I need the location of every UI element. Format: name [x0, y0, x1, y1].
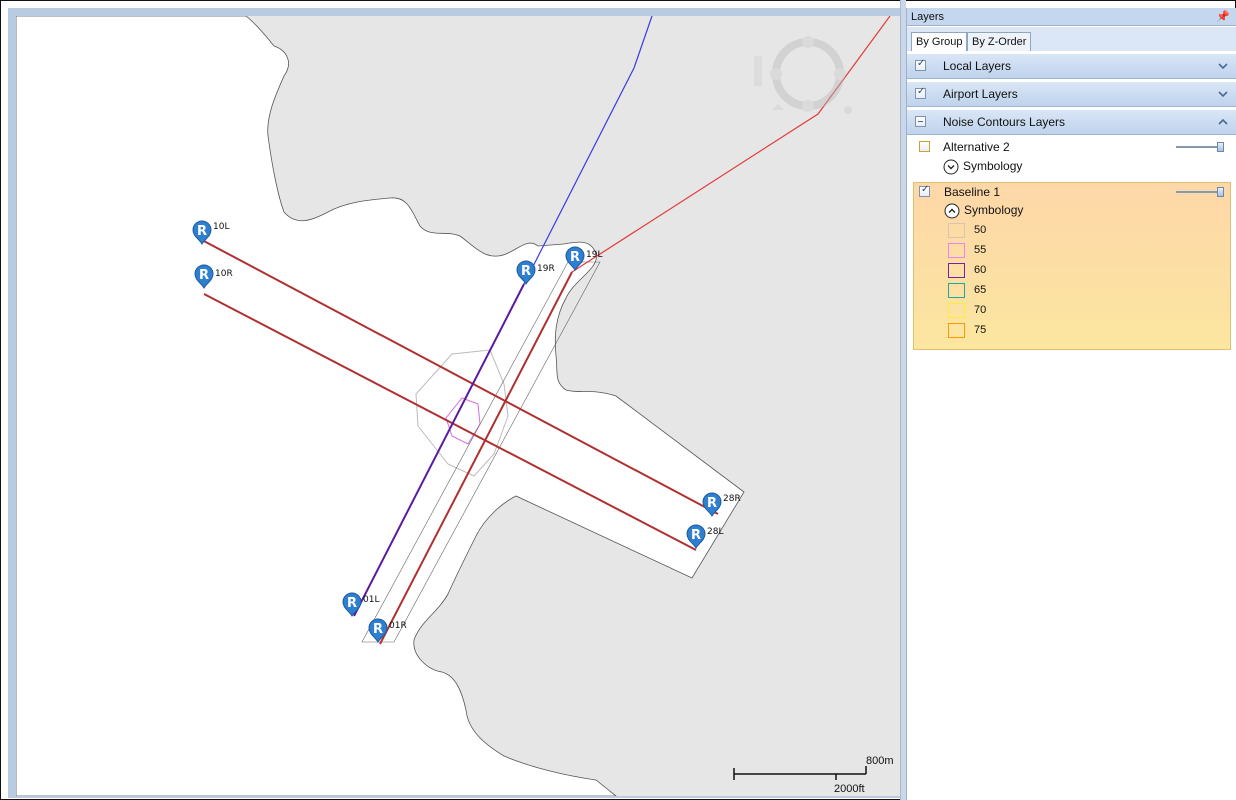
scale-imperial-label: 2000ft — [834, 783, 865, 795]
collapse-circle-icon — [944, 203, 960, 219]
water-area — [16, 16, 745, 796]
layer-name: Alternative 2 — [943, 140, 1010, 154]
local-layers-checkbox[interactable]: ✓ — [915, 58, 926, 71]
marker-letter: R — [691, 528, 701, 543]
legend-label: 70 — [974, 304, 987, 316]
runway-label: 19L — [586, 250, 602, 260]
legend-label: 65 — [974, 284, 987, 296]
flight-track-red — [571, 16, 891, 273]
expand-circle-icon — [943, 159, 959, 175]
legend-swatch — [948, 223, 965, 238]
group-airport-layers[interactable]: ✓ Airport Layers — [907, 81, 1236, 107]
baseline-1-checkbox[interactable]: ✓ — [919, 184, 930, 197]
alternative-2-checkbox[interactable] — [919, 141, 930, 152]
scale-metric-label: 800m — [866, 755, 894, 767]
marker-letter: R — [521, 264, 531, 279]
legend-swatch — [948, 263, 965, 278]
pan-navigation-control[interactable] — [754, 36, 852, 114]
tab-by-group[interactable]: By Group — [911, 32, 968, 51]
map-canvas[interactable]: 800m 2000ft R 10L R 10R R 19R R 19L R 28… — [16, 16, 900, 796]
map-frame: 800m 2000ft R 10L R 10R R 19R R 19L R 28… — [8, 8, 900, 798]
runway-label: 10L — [213, 222, 229, 232]
group-noise-contours-layers[interactable]: Noise Contours Layers — [907, 109, 1236, 135]
panel-header: Layers 📌 — [907, 8, 1236, 26]
opacity-slider[interactable] — [1176, 187, 1224, 197]
legend-label: 50 — [974, 224, 987, 236]
runway-label: 01R — [389, 621, 407, 631]
group-label: Local Layers — [943, 59, 1012, 73]
airport-layers-checkbox[interactable]: ✓ — [915, 86, 926, 99]
runway-label: 28R — [723, 494, 741, 504]
opacity-slider[interactable] — [1176, 142, 1224, 152]
runway-label: 01L — [363, 595, 379, 605]
runway-label: 28L — [707, 527, 723, 537]
layer-baseline-1[interactable]: ✓ Baseline 1 Symbology 50 55 60 65 70 75 — [913, 182, 1231, 350]
panel-tabs: By Group By Z-Order — [907, 27, 1236, 51]
marker-letter: R — [197, 224, 207, 239]
noise-contours-checkbox[interactable] — [915, 116, 926, 127]
marker-letter: R — [347, 596, 357, 611]
panel-title: Layers — [911, 11, 945, 23]
scale-bar: 800m 2000ft — [733, 755, 894, 795]
legend-swatch — [948, 323, 965, 338]
pin-icon[interactable]: 📌 — [1216, 8, 1230, 26]
chevron-up-icon[interactable] — [1218, 117, 1228, 127]
legend-label: 75 — [974, 324, 987, 336]
group-label: Noise Contours Layers — [943, 115, 1066, 129]
marker-letter: R — [707, 496, 717, 511]
legend-label: 60 — [974, 264, 987, 276]
legend-swatch — [948, 243, 965, 258]
symbology-label: Symbology — [964, 203, 1024, 217]
marker-letter: R — [199, 268, 209, 283]
group-local-layers[interactable]: ✓ Local Layers — [907, 53, 1236, 79]
legend-label: 55 — [974, 244, 987, 256]
legend-swatch — [948, 283, 965, 298]
marker-letter: R — [570, 250, 580, 265]
symbology-label: Symbology — [963, 159, 1023, 173]
layer-alternative-2: Alternative 2 Symbology — [907, 138, 1236, 178]
group-label: Airport Layers — [943, 87, 1018, 101]
legend-swatch — [948, 303, 965, 318]
layer-name: Baseline 1 — [944, 185, 1001, 199]
layers-panel: Layers 📌 By Group By Z-Order ✓ Local Lay… — [906, 8, 1236, 800]
runway-label: 19R — [537, 264, 555, 274]
chevron-down-icon[interactable] — [1218, 61, 1228, 71]
tab-by-z-order[interactable]: By Z-Order — [967, 32, 1032, 51]
marker-letter: R — [373, 622, 383, 637]
chevron-down-icon[interactable] — [1218, 89, 1228, 99]
runway-label: 10R — [215, 269, 233, 279]
map-view[interactable]: 800m 2000ft R 10L R 10R R 19R R 19L R 28… — [16, 16, 900, 796]
